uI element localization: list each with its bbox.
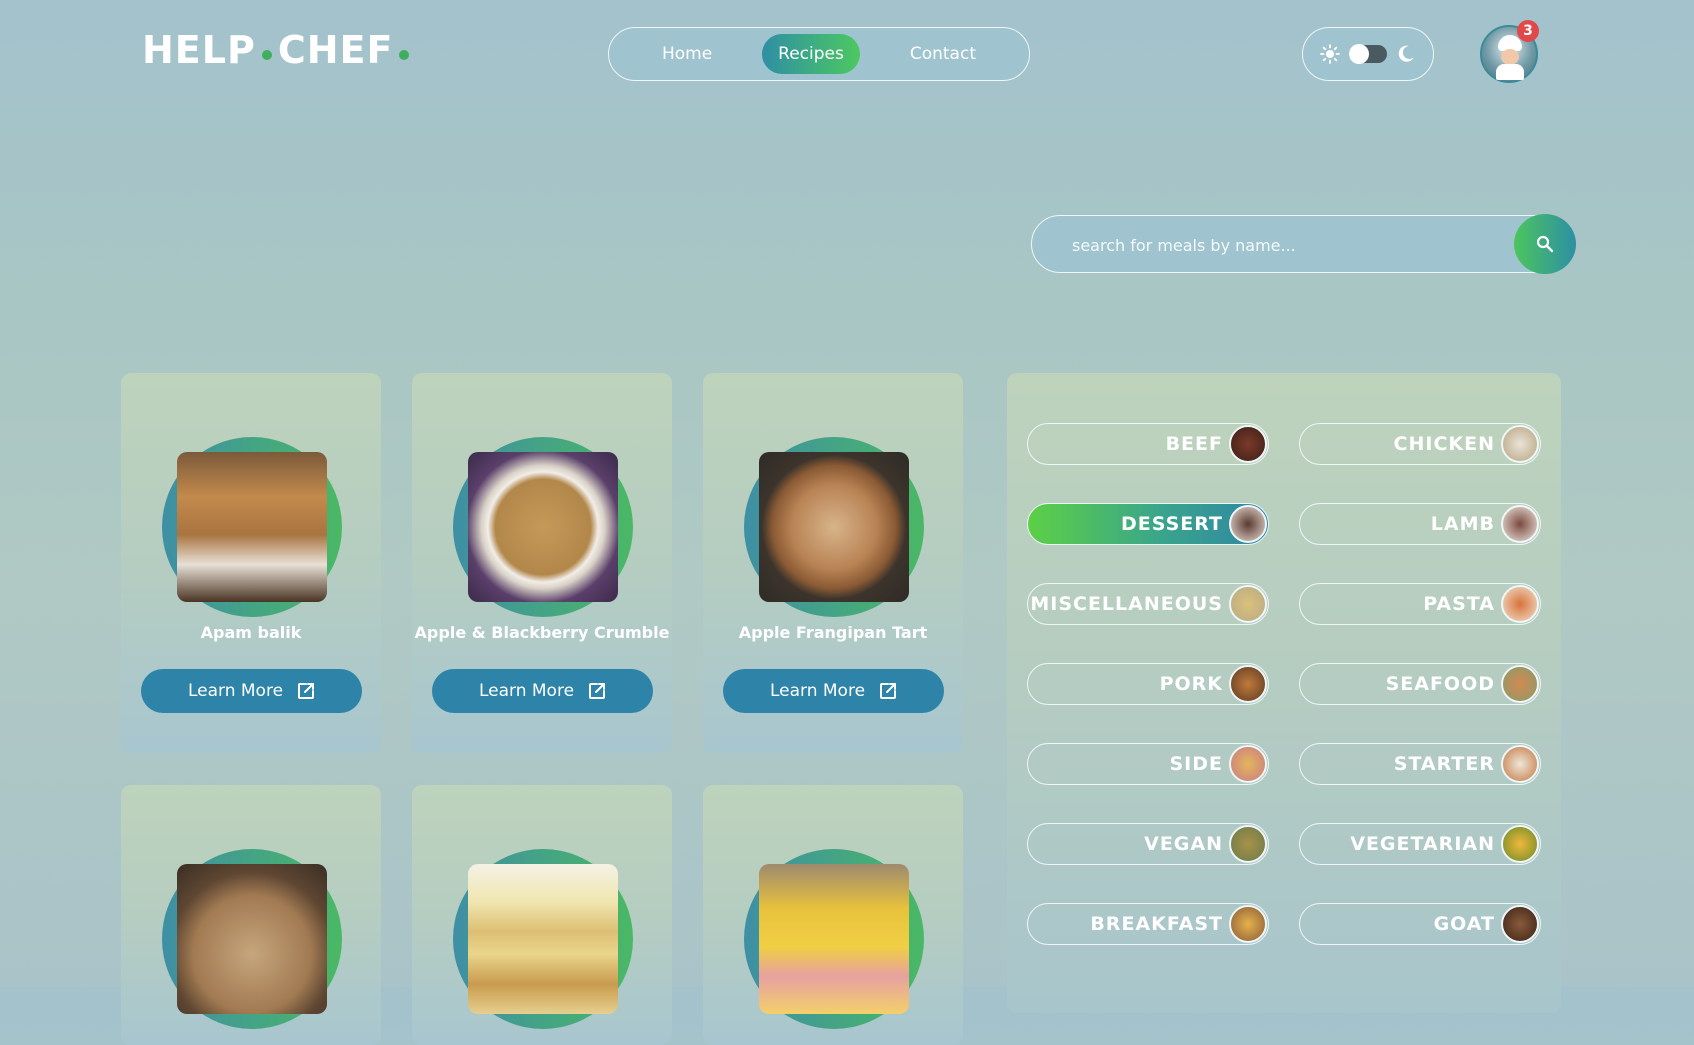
category-label: STARTER (1393, 753, 1495, 775)
meal-image (177, 864, 327, 1014)
beef-thumbnail (1229, 425, 1267, 463)
category-label: PORK (1159, 673, 1223, 695)
seafood-thumbnail (1501, 665, 1539, 703)
category-label: BEEF (1165, 433, 1223, 455)
category-label: VEGETARIAN (1350, 833, 1495, 855)
category-label: VEGAN (1144, 833, 1223, 855)
category-breakfast[interactable]: BREAKFAST (1027, 903, 1269, 945)
learn-more-button[interactable]: Learn More (432, 669, 653, 713)
miscellaneous-thumbnail (1229, 585, 1267, 623)
chef-body (1496, 64, 1524, 80)
learn-more-label: Learn More (769, 681, 866, 701)
pork-thumbnail (1229, 665, 1267, 703)
category-starter[interactable]: STARTER (1299, 743, 1541, 785)
dessert-thumbnail (1229, 505, 1267, 543)
category-label: LAMB (1430, 513, 1495, 535)
meal-card: Apple & Blackberry Crumble Learn More (412, 373, 672, 753)
nav-contact[interactable]: Contact (894, 34, 992, 74)
learn-more-label: Learn More (187, 681, 284, 701)
category-seafood[interactable]: SEAFOOD (1299, 663, 1541, 705)
category-lamb[interactable]: LAMB (1299, 503, 1541, 545)
category-side[interactable]: SIDE (1027, 743, 1269, 785)
meal-image (468, 864, 618, 1014)
category-miscellaneous[interactable]: MISCELLANEOUS (1027, 583, 1269, 625)
goat-thumbnail (1501, 905, 1539, 943)
switch-knob (1348, 44, 1369, 64)
category-label: SEAFOOD (1385, 673, 1495, 695)
breakfast-thumbnail (1229, 905, 1267, 943)
meal-image (759, 452, 909, 602)
meal-name: Apple Frangipan Tart (738, 623, 928, 642)
learn-more-label: Learn More (478, 681, 575, 701)
nav-home[interactable]: Home (646, 34, 728, 74)
learn-more-button[interactable]: Learn More (723, 669, 944, 713)
logo-text-help: HELP (142, 28, 256, 72)
search-icon (1536, 235, 1554, 253)
meal-card (703, 785, 963, 1045)
meal-image (468, 452, 618, 602)
category-vegetarian[interactable]: VEGETARIAN (1299, 823, 1541, 865)
category-label: DESSERT (1121, 513, 1223, 535)
category-label: MISCELLANEOUS (1030, 593, 1223, 615)
main-nav: Home Recipes Contact (608, 27, 1030, 81)
vegetarian-thumbnail (1501, 825, 1539, 863)
notification-badge: 3 (1517, 20, 1539, 42)
learn-more-button[interactable]: Learn More (141, 669, 362, 713)
search-button[interactable] (1514, 214, 1576, 274)
search-bar (1031, 215, 1575, 273)
category-label: PASTA (1423, 593, 1495, 615)
category-dessert[interactable]: DESSERT (1027, 503, 1269, 545)
logo[interactable]: HELP CHEF (142, 28, 415, 72)
starter-thumbnail (1501, 745, 1539, 783)
logo-dot (399, 50, 410, 60)
category-chicken[interactable]: CHICKEN (1299, 423, 1541, 465)
category-vegan[interactable]: VEGAN (1027, 823, 1269, 865)
vegan-thumbnail (1229, 825, 1267, 863)
chef-face (1501, 49, 1519, 65)
category-label: SIDE (1169, 753, 1223, 775)
external-link-icon (298, 683, 315, 699)
meal-card (412, 785, 672, 1045)
meal-name: Apam balik (200, 623, 302, 642)
category-pork[interactable]: PORK (1027, 663, 1269, 705)
meal-card: Apam balik Learn More (121, 373, 381, 753)
external-link-icon (880, 683, 897, 699)
logo-text-chef: CHEF (277, 28, 394, 72)
category-pasta[interactable]: PASTA (1299, 583, 1541, 625)
external-link-icon (589, 683, 606, 699)
logo-dot (261, 50, 272, 60)
meal-image (177, 452, 327, 602)
category-label: GOAT (1433, 913, 1495, 935)
sun-icon (1319, 44, 1340, 64)
side-thumbnail (1229, 745, 1267, 783)
meal-card: Apple Frangipan Tart Learn More (703, 373, 963, 753)
category-beef[interactable]: BEEF (1027, 423, 1269, 465)
moon-icon (1399, 45, 1415, 62)
pasta-thumbnail (1501, 585, 1539, 623)
nav-recipes[interactable]: Recipes (762, 34, 860, 74)
theme-switch[interactable] (1348, 44, 1387, 64)
category-label: BREAKFAST (1090, 913, 1223, 935)
lamb-thumbnail (1501, 505, 1539, 543)
meal-card (121, 785, 381, 1045)
category-goat[interactable]: GOAT (1299, 903, 1541, 945)
category-label: CHICKEN (1393, 433, 1495, 455)
meal-image (759, 864, 909, 1014)
theme-toggle[interactable] (1302, 27, 1434, 81)
meal-name: Apple & Blackberry Crumble (414, 623, 670, 642)
search-input[interactable] (1070, 232, 1514, 258)
chicken-thumbnail (1501, 425, 1539, 463)
